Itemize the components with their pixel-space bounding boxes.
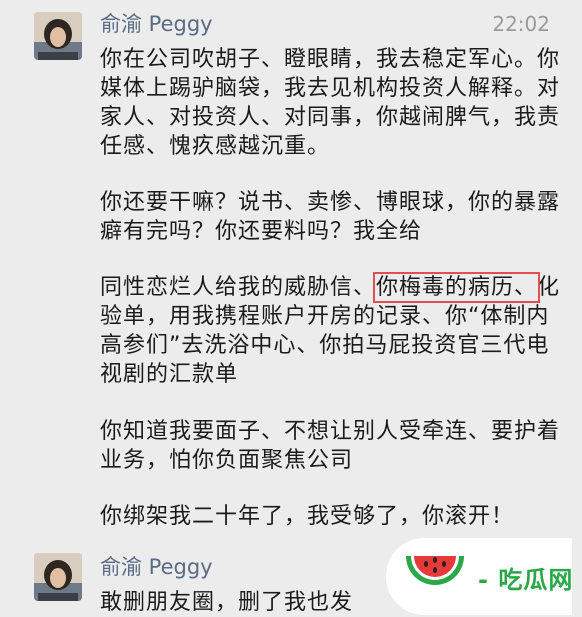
message-paragraph: 你知道我要面子、不想让别人受牵连、要护着业务，怕你负面聚焦公司 [100, 419, 561, 473]
highlighted-text: 你梅毒的病历、 [373, 272, 541, 303]
sender-name: 俞渝 Peggy [100, 555, 213, 579]
paragraph-text: 同性恋烂人给我的威胁信、 [100, 275, 377, 300]
message-paragraph: 你在公司吹胡子、瞪眼睛，我去稳定军心。你媒体上踢驴脑袋，我去见机构投资人解释。对… [100, 47, 561, 159]
sender-name: 俞渝 Peggy [100, 12, 213, 36]
watermark-text: - 吃瓜网 - [478, 566, 582, 594]
message-time: 22:02 [492, 12, 550, 36]
avatar[interactable] [34, 553, 82, 601]
avatar-image [34, 12, 82, 60]
message-paragraph: 同性恋烂人给我的威胁信、你梅毒的病历、化验单，用我携程账户开房的记录、你“体制内… [100, 272, 564, 389]
watermelon-icon [406, 556, 464, 585]
message-paragraph: 你还要干嘛？说书、卖惨、博眼球，你的暴露癖有完吗？你还要料吗？我全给 [100, 190, 561, 244]
watermark: - 吃瓜网 - [386, 538, 582, 615]
avatar-image [34, 553, 82, 601]
avatar[interactable] [34, 12, 82, 60]
message-paragraph: 你绑架我二十年了，我受够了，你滚开！ [100, 504, 515, 529]
